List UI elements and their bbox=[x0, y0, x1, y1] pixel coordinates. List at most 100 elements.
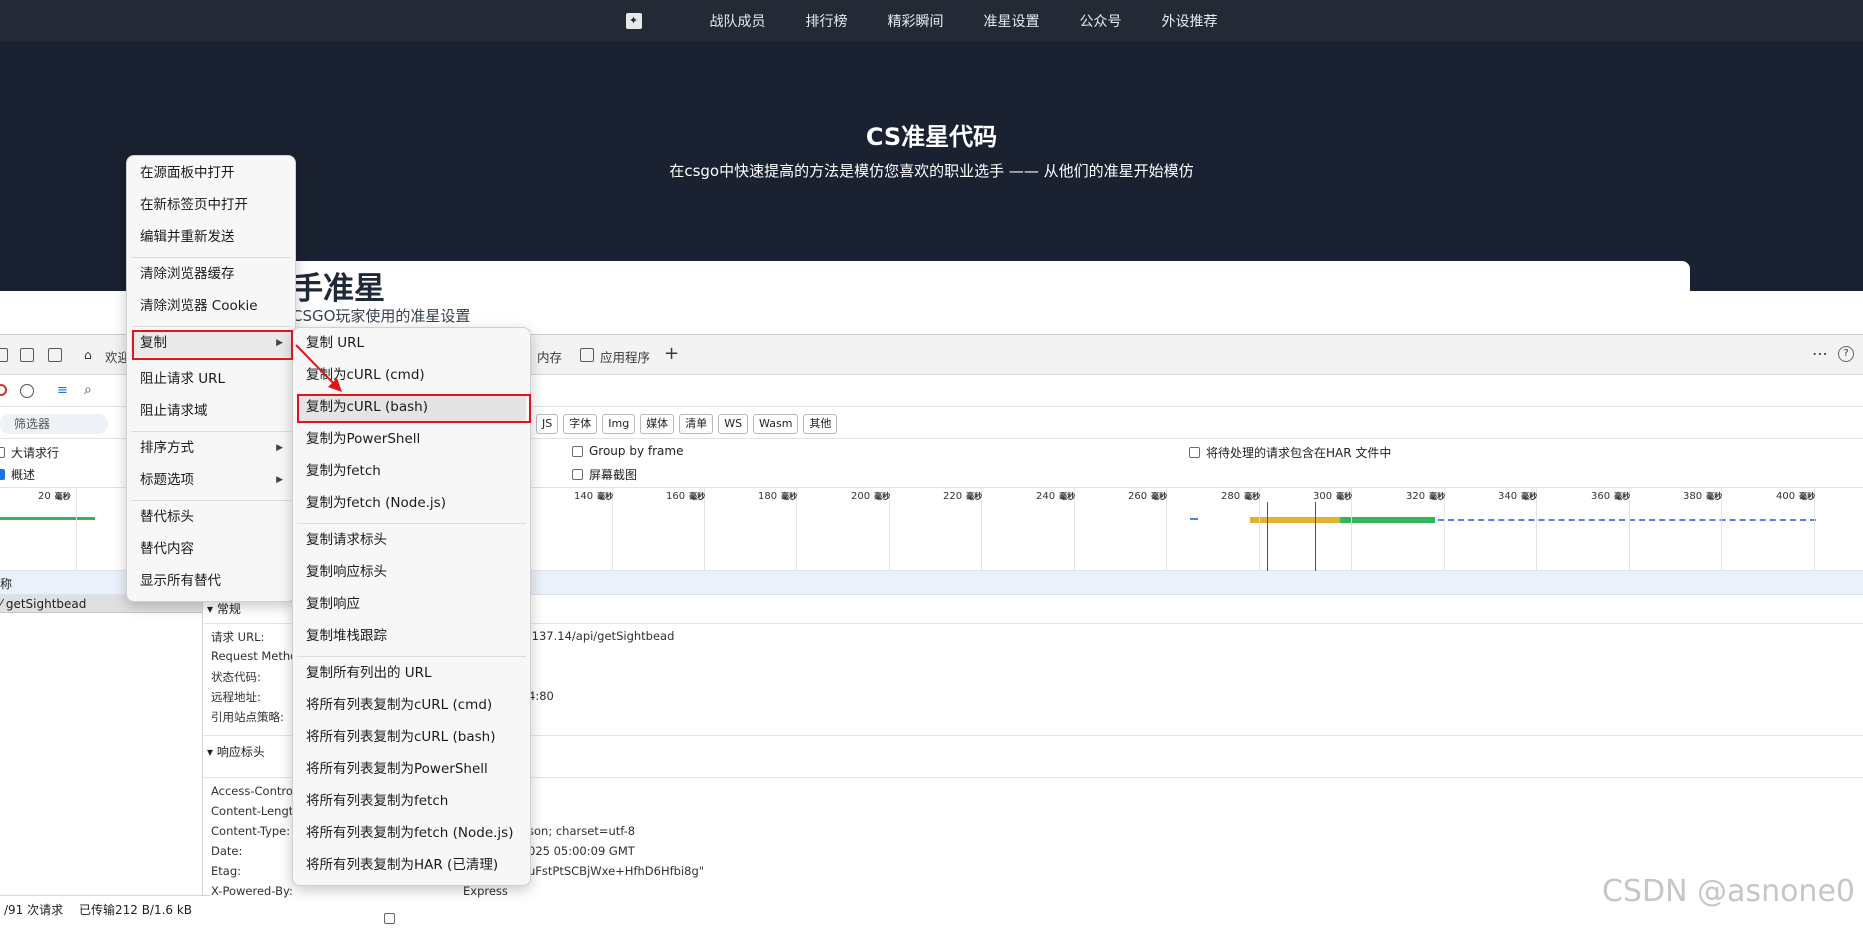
timeline-tick-label: 220 毫秒 bbox=[943, 491, 983, 502]
timeline-tick-label: 160 毫秒 bbox=[666, 491, 706, 502]
timeline-bar bbox=[1340, 517, 1435, 523]
menu-copy-all-as-fetch[interactable]: 将所有列表复制为fetch bbox=[297, 788, 526, 815]
timeline-tick-label: 280 毫秒 bbox=[1221, 491, 1261, 502]
type-filter-other[interactable]: 其他 bbox=[803, 414, 838, 434]
home-icon[interactable]: ⌂ bbox=[84, 347, 92, 362]
more-options-icon[interactable]: ⋯ bbox=[1812, 344, 1828, 363]
filter-settings-icon[interactable]: ≡ bbox=[57, 383, 68, 398]
filter-input[interactable]: 筛选器 bbox=[0, 414, 108, 434]
checkbox[interactable] bbox=[572, 469, 583, 480]
menu-clear-cookies[interactable]: 清除浏览器 Cookie bbox=[131, 293, 291, 320]
menu-copy-all-urls[interactable]: 复制所有列出的 URL bbox=[297, 660, 526, 687]
menu-copy-as-powershell[interactable]: 复制为PowerShell bbox=[297, 426, 526, 453]
column-divider[interactable] bbox=[202, 595, 203, 895]
option-large-rows[interactable]: 大请求行 bbox=[0, 444, 59, 461]
card-subtitle: CSGO玩家使用的准星设置 bbox=[292, 307, 471, 325]
menu-show-all-overrides[interactable]: 显示所有替代 bbox=[131, 568, 291, 595]
timeline-tick-label: 140 毫秒 bbox=[574, 491, 614, 502]
checkbox[interactable] bbox=[384, 913, 395, 924]
menu-copy[interactable]: 复制 ▶ bbox=[131, 330, 291, 357]
record-icon[interactable] bbox=[0, 384, 7, 396]
header-value: 025 05:00:09 GMT bbox=[528, 844, 635, 858]
clear-icon[interactable] bbox=[20, 384, 34, 398]
menu-copy-all-as-fetch-nodejs[interactable]: 将所有列表复制为fetch (Node.js) bbox=[297, 820, 526, 847]
menu-sort-by[interactable]: 排序方式 ▶ bbox=[131, 435, 291, 462]
menu-copy-response[interactable]: 复制响应 bbox=[297, 591, 526, 618]
search-icon[interactable]: ⌕ bbox=[84, 382, 92, 398]
menu-copy-as-curl-bash[interactable]: 复制为cURL (bash) bbox=[297, 394, 526, 421]
menu-copy-all-as-har[interactable]: 将所有列表复制为HAR (已清理) bbox=[297, 852, 526, 879]
request-count: /91 次请求 bbox=[4, 903, 64, 917]
type-filter-manifest[interactable]: 清单 bbox=[679, 414, 714, 434]
type-filter-ws[interactable]: WS bbox=[718, 414, 749, 434]
header-value: uFstPtSCBjWxe+HfhD6Hfbi8g" bbox=[528, 864, 705, 878]
menu-copy-stack-trace[interactable]: 复制堆栈跟踪 bbox=[297, 623, 526, 650]
menu-separator bbox=[297, 523, 526, 524]
menu-copy-all-as-curl-cmd[interactable]: 将所有列表复制为cURL (cmd) bbox=[297, 692, 526, 719]
header-key: 远程地址: bbox=[211, 690, 261, 704]
checkbox-checked[interactable] bbox=[0, 469, 5, 480]
menu-clear-cache[interactable]: 清除浏览器缓存 bbox=[131, 261, 291, 288]
menu-open-in-new-tab[interactable]: 在新标签页中打开 bbox=[131, 192, 291, 219]
tab-memory[interactable]: 内存 bbox=[537, 347, 562, 366]
tab-application[interactable]: 应用程序 bbox=[600, 347, 650, 366]
nav-link-gear[interactable]: 外设推荐 bbox=[1162, 11, 1218, 31]
card-title: 手准星 bbox=[292, 271, 385, 307]
menu-block-request-domain[interactable]: 阻止请求域 bbox=[131, 398, 291, 425]
header-key: 状态代码: bbox=[211, 670, 261, 684]
checkbox[interactable] bbox=[1189, 447, 1200, 458]
menu-edit-and-resend[interactable]: 编辑并重新发送 bbox=[131, 224, 291, 251]
timeline-tick-label: 300 毫秒 bbox=[1313, 491, 1353, 502]
help-icon[interactable]: ? bbox=[1838, 346, 1854, 362]
menu-copy-all-as-curl-bash[interactable]: 将所有列表复制为cURL (bash) bbox=[297, 724, 526, 751]
option-har-pending[interactable]: 将待处理的请求包含在HAR 文件中 bbox=[1189, 444, 1391, 461]
menu-copy-all-as-powershell[interactable]: 将所有列表复制为PowerShell bbox=[297, 756, 526, 783]
menu-separator bbox=[131, 257, 291, 258]
timeline-bar bbox=[1190, 518, 1198, 520]
load-event-line bbox=[1315, 502, 1316, 572]
option-group-by-frame[interactable]: Group by frame bbox=[572, 444, 683, 458]
menu-copy-as-fetch[interactable]: 复制为fetch bbox=[297, 458, 526, 485]
option-screenshots[interactable]: 屏幕截图 bbox=[572, 466, 637, 483]
add-tab-icon[interactable]: + bbox=[664, 343, 679, 364]
type-filter-media[interactable]: 媒体 bbox=[640, 414, 675, 434]
inspect-icon[interactable] bbox=[0, 348, 8, 362]
menu-header-options[interactable]: 标题选项 ▶ bbox=[131, 467, 291, 494]
network-status-bar: /91 次请求 已传输212 B/1.6 kB bbox=[0, 895, 210, 923]
timeline-tick-label: 20 毫秒 bbox=[38, 491, 71, 502]
menu-override-headers[interactable]: 替代标头 bbox=[131, 504, 291, 531]
response-headers-section-header[interactable]: ▾ 响应标头 bbox=[207, 743, 265, 760]
timeline-tick-label: 240 毫秒 bbox=[1036, 491, 1076, 502]
application-icon bbox=[580, 348, 594, 362]
menu-override-content[interactable]: 替代内容 bbox=[131, 536, 291, 563]
menu-copy-as-fetch-nodejs[interactable]: 复制为fetch (Node.js) bbox=[297, 490, 526, 517]
option-overview[interactable]: 概述 bbox=[0, 466, 35, 483]
menu-separator bbox=[131, 500, 291, 501]
type-filter-img[interactable]: Img bbox=[602, 414, 636, 434]
nav-link-ranking[interactable]: 排行榜 bbox=[806, 11, 848, 31]
header-key: Etag: bbox=[211, 864, 241, 878]
nav-link-highlights[interactable]: 精彩瞬间 bbox=[888, 11, 944, 31]
nav-link-crosshair[interactable]: 准星设置 bbox=[984, 11, 1040, 31]
menu-open-in-sources[interactable]: 在源面板中打开 bbox=[131, 160, 291, 187]
copy-submenu: 复制 URL 复制为cURL (cmd) 复制为cURL (bash) 复制为P… bbox=[292, 327, 531, 886]
menu-block-request-url[interactable]: 阻止请求 URL bbox=[131, 366, 291, 393]
dock-side-icon[interactable] bbox=[48, 348, 62, 362]
menu-copy-request-headers[interactable]: 复制请求标头 bbox=[297, 527, 526, 554]
menu-copy-response-headers[interactable]: 复制响应标头 bbox=[297, 559, 526, 586]
nav-link-team[interactable]: 战队成员 bbox=[710, 11, 766, 31]
name-column-header[interactable]: 称 bbox=[0, 575, 12, 592]
device-toolbar-icon[interactable] bbox=[20, 348, 34, 362]
general-section-header[interactable]: ▾ 常规 bbox=[207, 600, 241, 617]
type-filter-wasm[interactable]: Wasm bbox=[753, 414, 799, 434]
menu-separator bbox=[297, 656, 526, 657]
type-filter-js[interactable]: JS bbox=[536, 414, 559, 434]
site-navbar: ✦ 战队成员 排行榜 精彩瞬间 准星设置 公众号 外设推荐 bbox=[0, 0, 1863, 41]
checkbox[interactable] bbox=[572, 445, 583, 457]
site-logo-icon[interactable]: ✦ bbox=[625, 12, 642, 29]
nav-link-wechat[interactable]: 公众号 bbox=[1080, 11, 1122, 31]
type-filter-font[interactable]: 字体 bbox=[563, 414, 598, 434]
header-value: Express bbox=[463, 884, 508, 898]
checkbox[interactable] bbox=[0, 447, 5, 458]
timeline-dotted-bar bbox=[1438, 519, 1816, 521]
